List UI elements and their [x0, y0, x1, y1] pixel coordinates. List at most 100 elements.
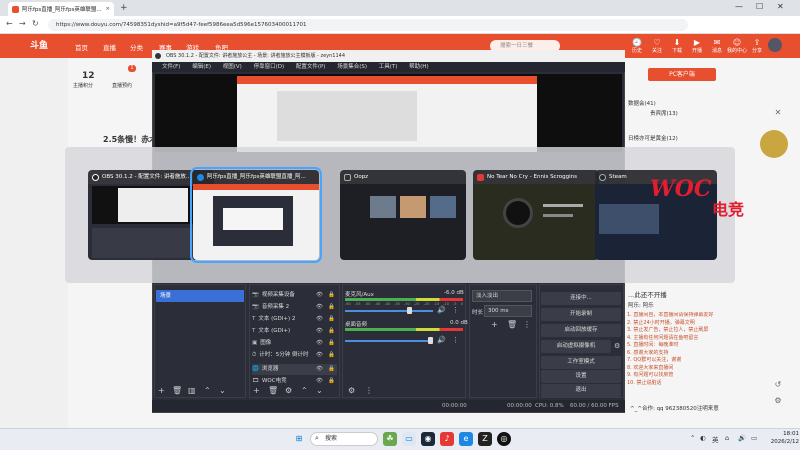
pc-client-button[interactable]: PC客户端	[648, 68, 716, 81]
menu-docks[interactable]: 停靠窗口(D)	[254, 64, 285, 70]
tray-app-icon[interactable]: ◐	[700, 434, 706, 442]
douyu-logo[interactable]: 斗鱼	[30, 38, 48, 51]
source-item[interactable]: 🌐 浏览器 👁 🔒	[252, 364, 337, 375]
mixer-menu-icon[interactable]: ⋮	[365, 386, 373, 395]
lock-icon[interactable]: 🔒	[328, 314, 335, 325]
exit-button[interactable]: 退出	[541, 384, 621, 397]
reload-icon[interactable]: ↻	[32, 19, 39, 28]
volume-slider-handle[interactable]	[428, 337, 433, 344]
switcher-card-music[interactable]: No Tear No Cry - Ennis Scroggins	[473, 170, 599, 260]
source-settings-icon[interactable]: ⚙	[285, 386, 292, 395]
visibility-icon[interactable]: 👁	[316, 314, 323, 325]
nav-link-category[interactable]: 分类	[130, 42, 143, 52]
remove-source-icon[interactable]: 🗑	[268, 386, 278, 395]
lock-icon[interactable]: 🔒	[328, 302, 335, 313]
source-up-icon[interactable]: ⌃	[301, 386, 308, 395]
source-item[interactable]: T 文本 (GDI+) 👁 🔒	[252, 326, 337, 337]
maximize-button[interactable]: ☐	[756, 2, 763, 11]
switcher-card-browser[interactable]: 阿乐fps直播_阿乐fps英雄联盟直播_阿...	[190, 167, 322, 263]
source-down-icon[interactable]: ⌄	[316, 386, 323, 395]
visibility-icon[interactable]: 👁	[316, 364, 323, 375]
start-broadcast-button[interactable]: ▶ 开播	[687, 38, 707, 54]
stream-button[interactable]: 连接中...	[541, 292, 621, 305]
remove-scene-icon[interactable]: 🗑	[172, 386, 182, 395]
fan-tab[interactable]: 数据会(41)	[628, 100, 768, 108]
menu-file[interactable]: 文件(F)	[162, 64, 180, 70]
input-language[interactable]: 英	[712, 434, 719, 444]
widgets-icon[interactable]: ☘	[383, 432, 397, 446]
volume-icon[interactable]: 🔊	[738, 434, 746, 442]
virtual-camera-settings-icon[interactable]: ⚙	[614, 342, 620, 350]
rank-tab[interactable]: 日榜亦可是黄金(12)	[628, 135, 768, 143]
lock-icon[interactable]: 🔒	[328, 326, 335, 337]
share-button[interactable]: ⇪ 分享	[747, 38, 767, 54]
add-transition-icon[interactable]: +	[491, 320, 498, 329]
network-icon[interactable]: ⌂	[725, 434, 729, 442]
studio-mode-button[interactable]: 工作室模式	[541, 356, 621, 369]
my-center-button[interactable]: ☺ 我的中心	[727, 38, 747, 54]
remove-transition-icon[interactable]: 🗑	[507, 320, 517, 329]
tray-chevron-icon[interactable]: ⌃	[690, 434, 695, 442]
side-settings-icon[interactable]: ⚙	[770, 396, 786, 408]
lock-icon[interactable]: 🔒	[328, 338, 335, 349]
obs-taskbar-icon[interactable]: ◎	[497, 432, 511, 446]
close-window-button[interactable]: ✕	[777, 2, 784, 11]
channel-menu-icon[interactable]: ⋮	[452, 336, 459, 344]
scene-filter-icon[interactable]: ▥	[188, 386, 196, 395]
side-close-icon[interactable]: ✕	[770, 108, 786, 120]
source-item[interactable]: ⏱ 计时：5分钟 倒计时 👁 🔒	[252, 350, 337, 361]
scene-up-icon[interactable]: ⌃	[204, 386, 211, 395]
browser-tab[interactable]: 阿乐fps直播_阿乐fps英雄联盟... ×	[8, 2, 114, 16]
nav-link-live[interactable]: 直播	[103, 42, 116, 52]
visibility-icon[interactable]: 👁	[316, 302, 323, 313]
virtual-camera-button[interactable]: 启动虚拟摄像机	[541, 340, 611, 353]
event-badge-image[interactable]	[760, 130, 788, 158]
download-button[interactable]: ⬇ 下载	[667, 38, 687, 54]
messages-button[interactable]: ✉ 消息	[707, 38, 727, 54]
edge-taskbar-icon[interactable]: e	[459, 432, 473, 446]
volume-slider-handle[interactable]	[407, 307, 413, 314]
lock-icon[interactable]: 🔒	[328, 350, 335, 361]
vip-tab[interactable]: 贵宾席(13)	[650, 110, 790, 118]
transition-menu-icon[interactable]: ⋮	[523, 320, 531, 329]
battery-icon[interactable]: ▭	[751, 434, 757, 442]
oopz-taskbar-icon[interactable]: Z	[478, 432, 492, 446]
steam-taskbar-icon[interactable]: ◉	[421, 432, 435, 446]
visibility-icon[interactable]: 👁	[316, 338, 323, 349]
file-explorer-icon[interactable]: ▭	[402, 432, 416, 446]
menu-edit[interactable]: 编辑(E)	[192, 64, 211, 70]
switcher-card-oopz[interactable]: Oopz	[340, 170, 466, 260]
back-icon[interactable]: ←	[6, 19, 13, 28]
new-tab-button[interactable]: +	[120, 3, 128, 13]
volume-slider[interactable]	[345, 340, 433, 342]
add-scene-icon[interactable]: +	[158, 386, 165, 395]
transition-select[interactable]: 淡入淡出	[472, 290, 532, 302]
url-input[interactable]: https://www.douyu.com/74598351dyshid=a9f…	[48, 19, 688, 31]
add-source-icon[interactable]: +	[253, 386, 260, 395]
follow-button[interactable]: ♡ 关注	[647, 38, 667, 54]
source-item[interactable]: 📷 音频采集 2 👁 🔒	[252, 302, 337, 313]
forward-icon[interactable]: →	[19, 19, 26, 28]
tab-close-icon[interactable]: ×	[105, 6, 110, 12]
mute-icon[interactable]: 🔊	[437, 336, 446, 344]
record-button[interactable]: 开始录制	[541, 308, 621, 321]
lock-icon[interactable]: 🔒	[328, 290, 335, 301]
menu-help[interactable]: 帮助(H)	[409, 64, 428, 70]
visibility-icon[interactable]: 👁	[316, 290, 323, 301]
settings-button[interactable]: 设置	[541, 370, 621, 383]
source-item[interactable]: ▣ 图像 👁 🔒	[252, 338, 337, 349]
visibility-icon[interactable]: 👁	[316, 326, 323, 337]
menu-view[interactable]: 视图(V)	[223, 64, 242, 70]
menu-profile[interactable]: 配置文件(P)	[296, 64, 326, 70]
replay-buffer-button[interactable]: 启动回放缓存	[541, 324, 621, 337]
clock[interactable]: 18:01 2026/2/12	[765, 430, 799, 446]
visibility-icon[interactable]: 👁	[316, 350, 323, 361]
lock-icon[interactable]: 🔒	[328, 376, 335, 387]
volume-slider[interactable]	[345, 310, 433, 312]
source-item[interactable]: T 文本 (GDI+) 2 👁 🔒	[252, 314, 337, 325]
taskbar-search[interactable]: 搜索	[310, 432, 378, 446]
channel-menu-icon[interactable]: ⋮	[452, 306, 459, 314]
nav-link-home[interactable]: 首页	[75, 42, 88, 52]
duration-input[interactable]: 300 ms	[484, 305, 532, 317]
mixer-advanced-icon[interactable]: ⚙	[348, 386, 355, 395]
